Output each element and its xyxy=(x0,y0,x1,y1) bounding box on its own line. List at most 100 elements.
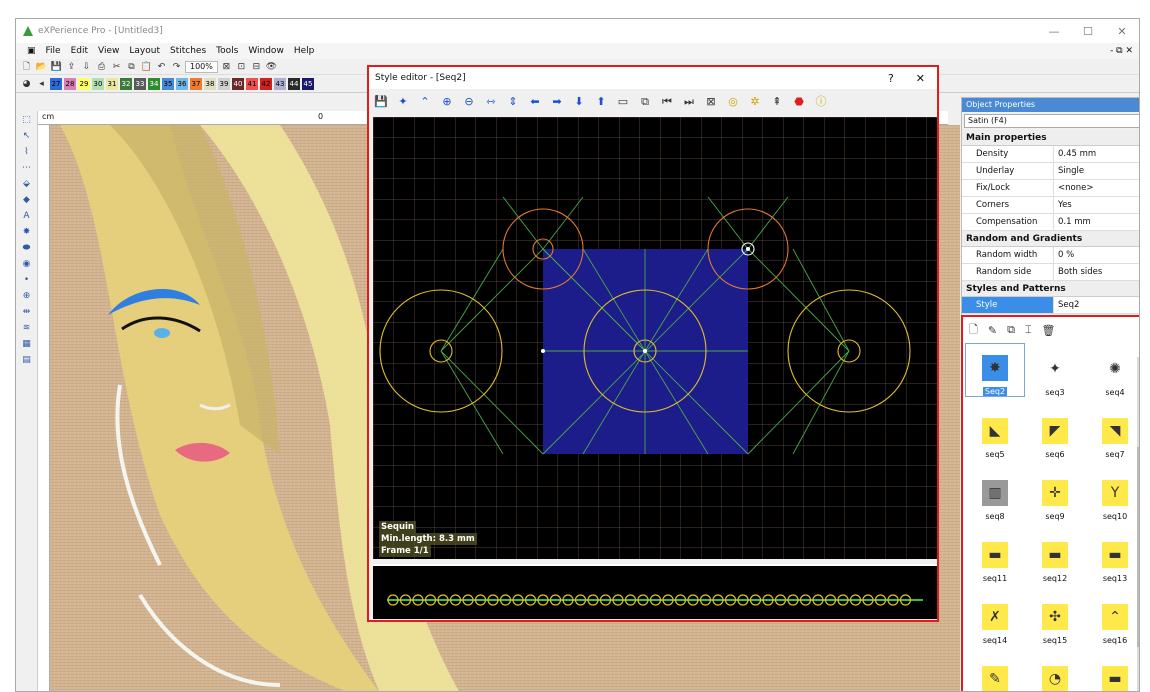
minimize-button[interactable]: — xyxy=(1037,25,1071,38)
color-swatch[interactable]: 33 xyxy=(134,77,146,90)
style-item-seq19[interactable]: ▬seq19 xyxy=(1085,653,1139,691)
color-swatch[interactable]: 29 xyxy=(78,77,90,90)
info-icon[interactable]: ⓘ xyxy=(813,94,829,110)
style-item-seq7[interactable]: ◥ seq7 xyxy=(1085,405,1139,459)
edit-style-icon[interactable]: ✎ xyxy=(988,324,997,337)
remove-point-icon[interactable]: ⌃ xyxy=(417,94,433,110)
undo-icon[interactable]: ↶ xyxy=(155,61,168,73)
style-item-seq4[interactable]: ✺ seq4 xyxy=(1085,343,1139,397)
color-swatch[interactable]: 44 xyxy=(288,77,300,90)
redo-icon[interactable]: ↷ xyxy=(170,61,183,73)
rename-style-icon[interactable]: ⌶ xyxy=(1025,323,1032,337)
hoop-icon[interactable]: ⊟ xyxy=(250,61,263,73)
palette-scroll-left-icon[interactable]: ◂ xyxy=(35,78,48,90)
shape-tool-icon[interactable]: ⬬ xyxy=(19,241,34,255)
wave-tool-icon[interactable]: ≋ xyxy=(19,321,34,335)
style-item-seq11[interactable]: ▬ seq11 xyxy=(965,529,1025,583)
prop-underlay[interactable]: Underlay Single xyxy=(962,163,1139,180)
color-swatch[interactable]: 43 xyxy=(274,77,286,90)
menu-edit[interactable]: Edit xyxy=(66,46,93,56)
zoom-select[interactable]: 100% xyxy=(185,60,218,73)
pattern-tool-icon[interactable]: ▦ xyxy=(19,337,34,351)
prop-style[interactable]: Style Seq2 xyxy=(962,297,1139,314)
copy-icon[interactable]: ⧉ xyxy=(125,61,138,73)
object-selector[interactable]: Satin (F4) xyxy=(964,114,1139,128)
fit-page-icon[interactable]: ⊡ xyxy=(235,61,248,73)
gallery-scrollbar[interactable] xyxy=(1137,357,1139,691)
paste-icon[interactable]: 📋 xyxy=(140,61,153,73)
prop-fixlock[interactable]: Fix/Lock <none> xyxy=(962,180,1139,197)
view-icon[interactable]: 👁 xyxy=(265,61,278,73)
point-tool-icon[interactable]: • xyxy=(19,273,34,287)
style-item-seq10[interactable]: Yseq10 xyxy=(1085,467,1139,521)
gallery-scroll-thumb[interactable] xyxy=(1137,447,1139,647)
star-tool-icon[interactable]: ✸ xyxy=(19,225,34,239)
color-swatch[interactable]: 39 xyxy=(218,77,230,90)
save-icon[interactable]: 💾 xyxy=(50,61,63,73)
text-tool-icon[interactable]: A xyxy=(19,209,34,223)
import-icon[interactable]: ⇪ xyxy=(65,61,78,73)
style-item-seq3[interactable]: ✦ seq3 xyxy=(1025,343,1085,397)
delete-style-icon[interactable]: 🗑 xyxy=(1042,324,1056,337)
cut-icon[interactable]: ✂ xyxy=(110,61,123,73)
open-folder-icon[interactable]: 📂 xyxy=(35,61,48,73)
color-swatch[interactable]: 41 xyxy=(246,77,258,90)
menu-stitches[interactable]: Stitches xyxy=(165,46,211,56)
style-item-seq16[interactable]: ⌃ seq16 xyxy=(1085,591,1139,645)
color-swatch[interactable]: 40 xyxy=(232,77,244,90)
style-item-seq17[interactable]: ✎seq17 xyxy=(965,653,1025,691)
arrow-left-icon[interactable]: ⬅ xyxy=(527,94,543,110)
export-icon[interactable]: ⇩ xyxy=(80,61,93,73)
palette-icon[interactable]: ◕ xyxy=(20,78,33,90)
arrow-up-icon[interactable]: ⬆ xyxy=(593,94,609,110)
menu-file[interactable]: File xyxy=(41,46,66,56)
prop-random-side[interactable]: Random side Both sides xyxy=(962,264,1139,281)
circle-tool-icon[interactable]: ◉ xyxy=(19,257,34,271)
satin-tool-icon[interactable]: ◆ xyxy=(19,193,34,207)
prop-corners[interactable]: Corners Yes xyxy=(962,197,1139,214)
menu-tools[interactable]: Tools xyxy=(211,46,243,56)
color-swatch[interactable]: 28 xyxy=(64,77,76,90)
zoom-out-icon[interactable]: ⊖ xyxy=(461,94,477,110)
copy-style-icon[interactable]: ⧉ xyxy=(1007,323,1015,337)
print-icon[interactable]: ⎙ xyxy=(95,61,108,73)
frame-next-icon[interactable]: ⏭ xyxy=(681,94,697,110)
pointer-tool-icon[interactable]: ↖ xyxy=(19,129,34,143)
style-editor-grid[interactable]: Sequin Min.length: 8.3 mm Frame 1/1 xyxy=(373,117,937,559)
fit-icon[interactable]: ⊠ xyxy=(220,61,233,73)
frame-new-icon[interactable]: ▭ xyxy=(615,94,631,110)
color-swatch[interactable]: 35 xyxy=(162,77,174,90)
fill-tool-icon[interactable]: ⬙ xyxy=(19,177,34,191)
prop-compensation[interactable]: Compensation 0.1 mm xyxy=(962,214,1139,231)
frame-copy-icon[interactable]: ⧉ xyxy=(637,94,653,110)
maximize-button[interactable]: ☐ xyxy=(1071,25,1105,38)
color-swatch[interactable]: 31 xyxy=(106,77,118,90)
doc-icon[interactable]: ▣ xyxy=(22,46,41,56)
color-swatch[interactable]: 34 xyxy=(148,77,160,90)
zoom-tool-icon[interactable]: ⊕ xyxy=(19,289,34,303)
new-style-icon[interactable]: 🗋 xyxy=(969,321,978,340)
save-style-icon[interactable]: 💾 xyxy=(373,94,389,110)
mirror-tool-icon[interactable]: ⇹ xyxy=(19,305,34,319)
color-swatch[interactable]: 27 xyxy=(50,77,62,90)
mirror-h-icon[interactable]: ⇿ xyxy=(483,94,499,110)
prop-density[interactable]: Density 0.45 mm xyxy=(962,146,1139,163)
dialog-close-button[interactable]: ✕ xyxy=(916,72,925,85)
style-item-seq14[interactable]: ✗ seq14 xyxy=(965,591,1025,645)
prop-random-width[interactable]: Random width 0 % xyxy=(962,247,1139,264)
style-item-seq13[interactable]: ▬ seq13 xyxy=(1085,529,1139,583)
stop-icon[interactable]: ⬣ xyxy=(791,94,807,110)
color-swatch[interactable]: 32 xyxy=(120,77,132,90)
close-button[interactable]: ✕ xyxy=(1105,25,1139,38)
run-tool-icon[interactable]: ⌇ xyxy=(19,145,34,159)
frame-delete-icon[interactable]: ⊠ xyxy=(703,94,719,110)
arrow-down-icon[interactable]: ⬇ xyxy=(571,94,587,110)
section-main-properties[interactable]: Main properties xyxy=(962,130,1139,146)
style-item-seq6[interactable]: ◤ seq6 xyxy=(1025,405,1085,459)
color-swatch[interactable]: 36 xyxy=(176,77,188,90)
color-swatch[interactable]: 38 xyxy=(204,77,216,90)
color-swatch[interactable]: 42 xyxy=(260,77,272,90)
stitch-marker-icon[interactable]: ⇞ xyxy=(769,94,785,110)
style-item-seq15[interactable]: ✣ seq15 xyxy=(1025,591,1085,645)
color-swatch[interactable]: 45 xyxy=(302,77,314,90)
